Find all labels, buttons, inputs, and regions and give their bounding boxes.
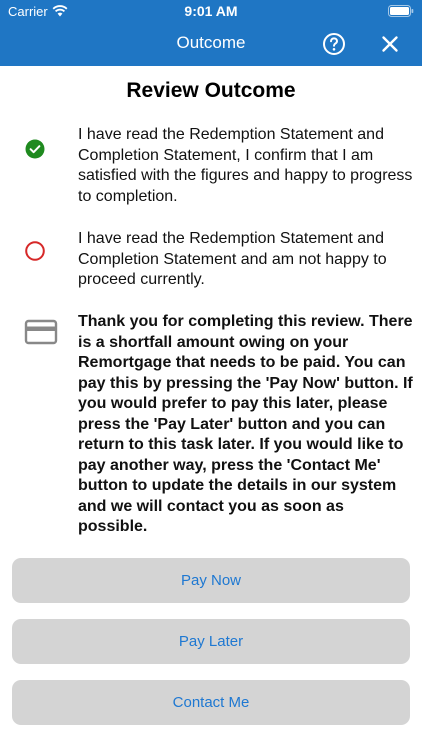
check-circle-icon[interactable]	[24, 138, 46, 160]
help-circle-icon[interactable]	[322, 32, 346, 56]
status-time: 9:01 AM	[184, 3, 238, 19]
nav-title: Outcome	[176, 33, 246, 52]
status-bar: Carrier 9:01 AM	[0, 0, 422, 22]
option-confirm-text: I have read the Redemption Statement and…	[78, 126, 413, 205]
battery-icon	[388, 5, 414, 17]
close-icon[interactable]	[378, 32, 402, 56]
payment-notice-text: Thank you for completing this review. Th…	[78, 313, 413, 535]
credit-card-icon	[24, 319, 58, 345]
page-title: Review Outcome	[126, 79, 296, 102]
radio-circle-icon[interactable]	[24, 240, 46, 262]
contact-me-button[interactable]: Contact Me	[12, 680, 410, 725]
pay-now-button[interactable]: Pay Now	[12, 558, 410, 603]
option-not-happy-text: I have read the Redemption Statement and…	[78, 230, 387, 288]
pay-later-button[interactable]: Pay Later	[12, 619, 410, 664]
navigation-header: Carrier 9:01 AM Outcome	[0, 0, 422, 66]
